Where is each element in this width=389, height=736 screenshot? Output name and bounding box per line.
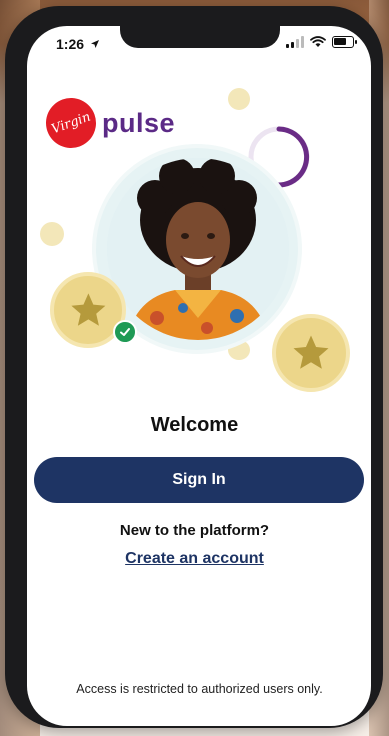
star-coin-right — [272, 314, 350, 392]
status-icons — [286, 36, 357, 48]
deco-dot — [40, 222, 64, 246]
brand-logo: Virgin pulse — [38, 90, 176, 156]
welcome-heading: Welcome — [150, 414, 239, 436]
wifi-icon — [310, 36, 326, 47]
new-platform-prompt: New to the platform? — [119, 522, 270, 539]
signal-icon — [286, 36, 304, 48]
pulse-wordmark: pulse — [102, 107, 176, 138]
phone-notch — [120, 20, 280, 48]
star-icon — [70, 292, 105, 326]
status-time: 1:26 — [56, 36, 100, 52]
battery-icon — [332, 36, 357, 48]
deco-dot — [228, 88, 250, 110]
woman-smiling-photo — [107, 158, 289, 340]
sign-in-button[interactable]: Sign In — [34, 457, 364, 503]
star-icon — [293, 335, 329, 369]
virgin-badge: Virgin — [38, 90, 104, 156]
restricted-notice: Access is restricted to authorized users… — [76, 682, 323, 696]
status-time-text: 1:26 — [56, 36, 85, 52]
avatar — [107, 158, 289, 340]
virgin-badge-text: Virgin — [49, 109, 93, 137]
create-account-link[interactable]: Create an account — [0, 550, 389, 568]
check-icon — [113, 320, 137, 344]
location-arrow-icon — [90, 40, 99, 48]
